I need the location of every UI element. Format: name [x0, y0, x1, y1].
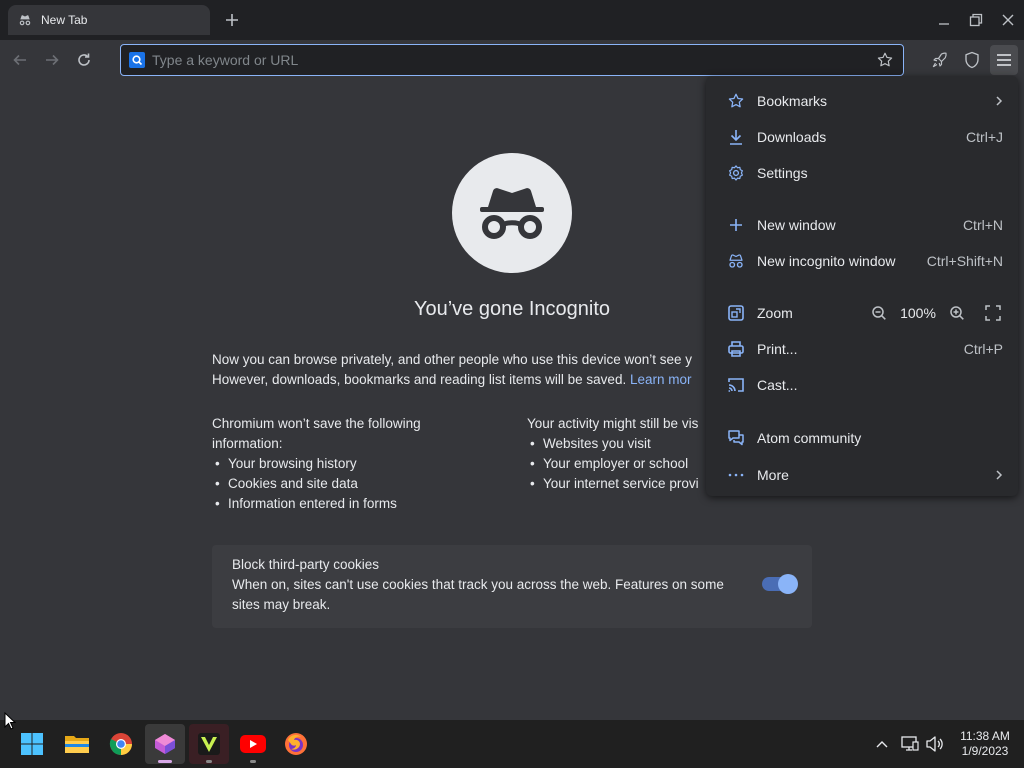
cookies-title: Block third-party cookies: [232, 557, 380, 572]
list-item: Cookies and site data: [212, 474, 421, 494]
chrome-icon[interactable]: [101, 724, 141, 764]
gear-icon: [727, 164, 745, 182]
back-button[interactable]: [8, 48, 32, 72]
third-party-cookies-card: Block third-party cookies When on, sites…: [212, 545, 812, 628]
list-item: Websites you visit: [527, 434, 699, 454]
not-saved-heading-2: information:: [212, 436, 283, 451]
menu-shortcut: Ctrl+P: [963, 341, 1003, 357]
not-saved-heading-1: Chromium won’t save the following: [212, 416, 421, 431]
running-indicator: [206, 760, 212, 763]
new-tab-button[interactable]: [220, 8, 244, 32]
app-menu: Bookmarks Downloads Ctrl+J Settings New …: [706, 76, 1018, 496]
toolbar: [0, 40, 1024, 80]
file-explorer-icon[interactable]: [57, 724, 97, 764]
menu-item-settings[interactable]: Settings: [706, 158, 1018, 188]
start-button[interactable]: [12, 724, 52, 764]
fullscreen-button[interactable]: [982, 302, 1004, 324]
chat-icon: [727, 429, 745, 447]
learn-more-link[interactable]: Learn mor: [630, 372, 692, 387]
menu-item-downloads[interactable]: Downloads Ctrl+J: [706, 122, 1018, 152]
cast-icon: [727, 376, 745, 394]
not-saved-list: Chromium won’t save the following inform…: [212, 414, 421, 514]
rocket-icon[interactable]: [928, 48, 952, 72]
search-engine-icon: [129, 52, 145, 68]
visible-activity-heading: Your activity might still be vis: [527, 416, 699, 431]
zoom-in-button[interactable]: [946, 302, 968, 324]
running-indicator: [250, 760, 256, 763]
plus-icon: [727, 216, 745, 234]
firefox-icon[interactable]: [276, 724, 316, 764]
main-menu-button[interactable]: [990, 45, 1018, 75]
list-item: Your internet service provi: [527, 474, 699, 494]
youtube-icon[interactable]: [233, 724, 273, 764]
list-item: Information entered in forms: [212, 494, 421, 514]
chevron-right-icon: [994, 93, 1004, 109]
visible-activity-list: Your activity might still be vis Website…: [527, 414, 699, 494]
menu-shortcut: Ctrl+J: [966, 129, 1003, 145]
omnibox[interactable]: [120, 44, 904, 76]
atom-browser-icon[interactable]: [145, 724, 185, 764]
volume-icon[interactable]: [923, 732, 947, 756]
taskbar: 11:38 AM 1/9/2023: [0, 720, 1024, 768]
bookmark-star-icon[interactable]: [873, 48, 897, 72]
menu-item-cast[interactable]: Cast...: [706, 370, 1018, 400]
tab-title: New Tab: [41, 13, 88, 27]
menu-label: Bookmarks: [757, 93, 828, 109]
incognito-icon: [727, 252, 745, 270]
menu-shortcut: Ctrl+Shift+N: [926, 253, 1003, 269]
menu-label: Print...: [757, 341, 798, 357]
network-icon[interactable]: [898, 732, 922, 756]
toggle-knob: [778, 574, 798, 594]
menu-item-new-window[interactable]: New window Ctrl+N: [706, 210, 1018, 240]
system-clock[interactable]: 11:38 AM 1/9/2023: [950, 729, 1020, 759]
menu-item-more[interactable]: More: [706, 460, 1018, 490]
shield-icon[interactable]: [960, 48, 984, 72]
menu-item-print[interactable]: Print... Ctrl+P: [706, 334, 1018, 364]
menu-item-zoom: Zoom 100%: [706, 298, 1018, 328]
active-indicator: [158, 760, 172, 763]
reload-button[interactable]: [72, 48, 96, 72]
list-item: Your employer or school: [527, 454, 699, 474]
list-item: Your browsing history: [212, 454, 421, 474]
minimize-button[interactable]: [932, 8, 956, 32]
download-icon: [727, 128, 745, 146]
menu-label: More: [757, 467, 789, 483]
menu-label: Settings: [757, 165, 808, 181]
address-input[interactable]: [145, 52, 873, 68]
menu-label: Cast...: [757, 377, 798, 393]
more-dots-icon: [727, 466, 745, 484]
menu-shortcut: Ctrl+N: [962, 217, 1003, 233]
tray-overflow-chevron-icon[interactable]: [870, 732, 894, 756]
menu-label: New incognito window: [757, 253, 896, 269]
menu-label: Atom community: [757, 430, 862, 446]
menu-item-new-incognito-window[interactable]: New incognito window Ctrl+Shift+N: [706, 246, 1018, 276]
title-bar: New Tab: [0, 0, 1024, 40]
incognito-icon: [18, 13, 32, 27]
zoom-controls: 100%: [868, 302, 1004, 324]
star-icon: [727, 92, 745, 110]
intro-line-2: However, downloads, bookmarks and readin…: [212, 372, 627, 387]
menu-item-bookmarks[interactable]: Bookmarks: [706, 86, 1018, 116]
cookies-toggle[interactable]: [762, 574, 798, 594]
mouse-cursor-icon: [4, 711, 17, 735]
tab-new-tab[interactable]: New Tab: [8, 5, 210, 35]
menu-item-atom-community[interactable]: Atom community: [706, 423, 1018, 453]
menu-label: Downloads: [757, 129, 827, 145]
cookies-description: When on, sites can't use cookies that tr…: [232, 577, 724, 612]
zoom-icon: [727, 304, 745, 322]
forward-button[interactable]: [40, 48, 64, 72]
zoom-level: 100%: [900, 305, 936, 321]
clock-date: 1/9/2023: [961, 744, 1009, 758]
incognito-hero-icon: [452, 153, 572, 273]
menu-label: Zoom: [757, 305, 793, 321]
restore-button[interactable]: [964, 8, 988, 32]
zoom-out-button[interactable]: [868, 302, 890, 324]
vivaldi-icon[interactable]: [189, 724, 229, 764]
chevron-right-icon: [994, 467, 1004, 483]
close-window-button[interactable]: [996, 8, 1020, 32]
printer-icon: [727, 340, 745, 358]
clock-time: 11:38 AM: [960, 729, 1010, 743]
menu-label: New window: [757, 217, 836, 233]
